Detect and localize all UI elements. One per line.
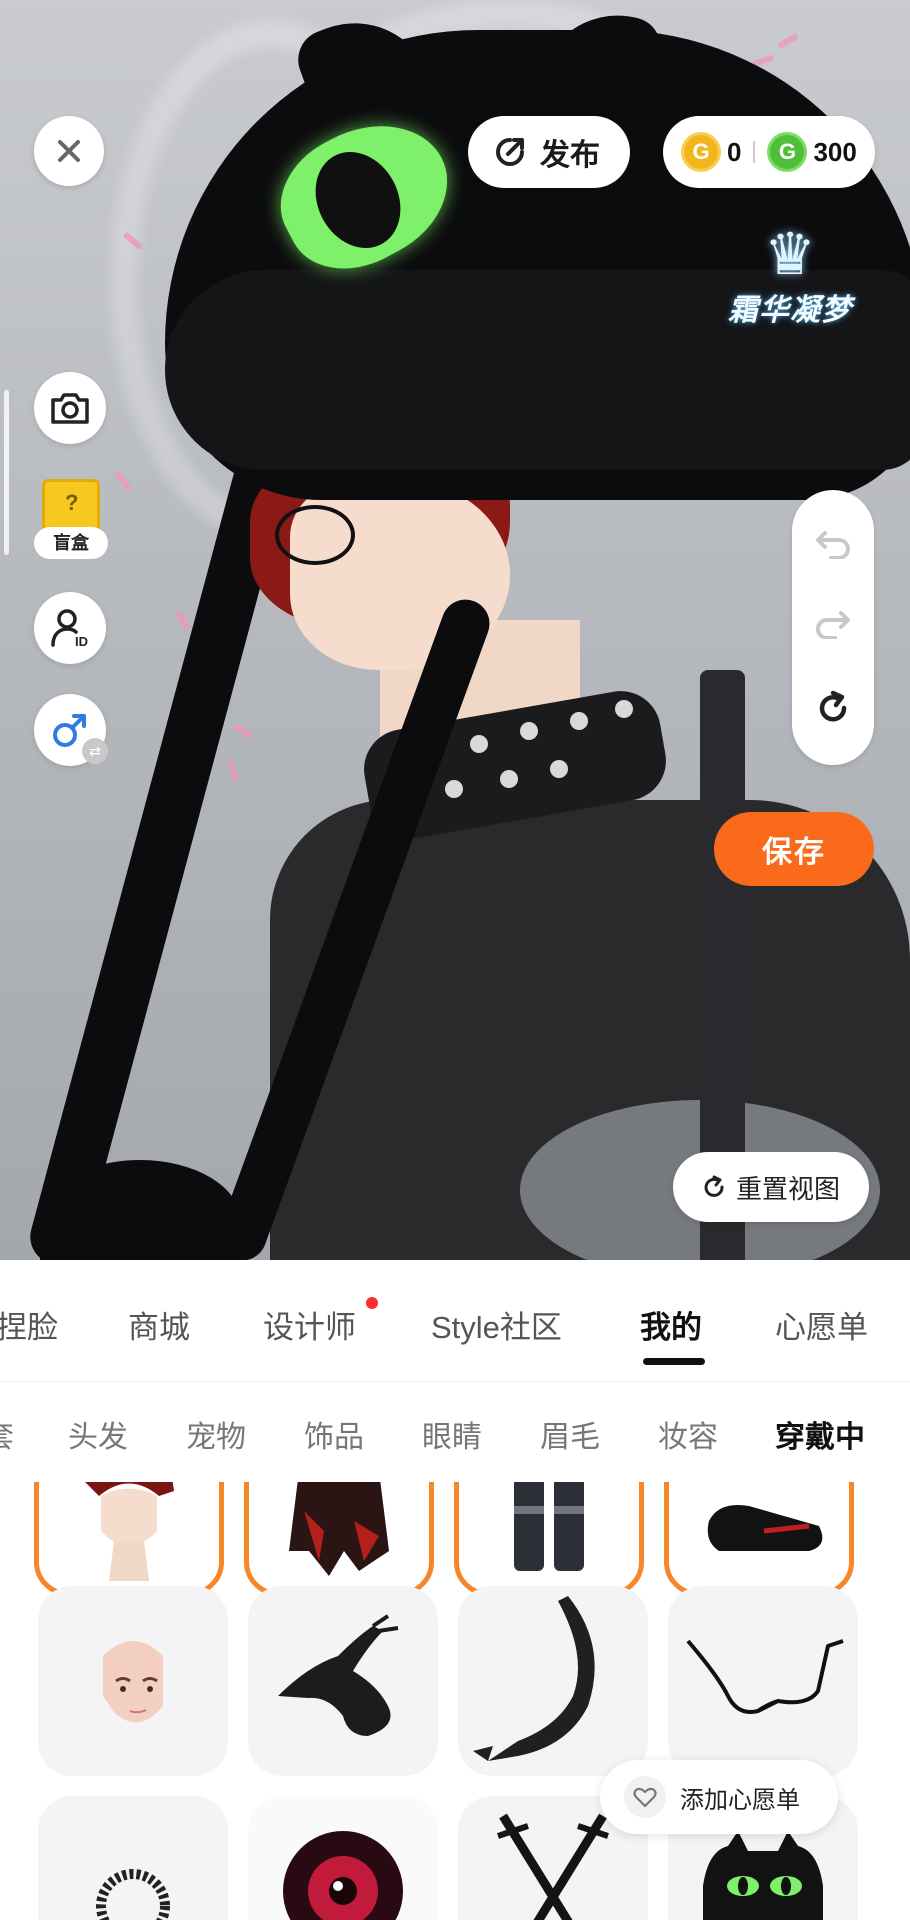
swap-icon: ⇄ (82, 738, 108, 764)
reset-view-button[interactable]: 重置视图 (673, 1152, 869, 1222)
blind-box-label: 盲盒 (34, 527, 108, 559)
currency-divider (753, 141, 756, 163)
close-icon (58, 140, 80, 162)
avatar-id-button[interactable]: ID (34, 592, 106, 664)
redo-icon[interactable] (815, 609, 851, 640)
save-button[interactable]: 保存 (714, 812, 874, 886)
tab-face[interactable]: 捏脸 (0, 1302, 58, 1347)
camera-button[interactable] (34, 372, 106, 444)
designer-notification-dot (366, 1297, 378, 1309)
edit-history-panel (792, 490, 874, 765)
grid-item-black-pants[interactable] (454, 1482, 644, 1596)
subtab-wearing[interactable]: 穿戴中 (775, 1412, 865, 1456)
add-to-wishlist-label: 添加心愿单 (680, 1786, 800, 1814)
subtab-eyebrows[interactable]: 眉毛 (540, 1412, 600, 1456)
tab-wishlist[interactable]: 心愿单 (775, 1302, 868, 1347)
camera-icon (51, 393, 89, 424)
grid-item-round-glasses[interactable] (668, 1586, 858, 1776)
gender-switch-button[interactable]: ⇄ (34, 694, 108, 766)
avatar-id-icon: ID (51, 609, 88, 649)
tab-style-community[interactable]: Style社区 (431, 1302, 562, 1347)
subtab-outfit[interactable]: 套 (0, 1412, 14, 1456)
grid-item-spiked-tail[interactable] (458, 1586, 648, 1776)
active-tab-indicator (643, 1358, 705, 1365)
svg-text:ID: ID (75, 634, 88, 649)
currency-balance[interactable]: G 0 G 300 (663, 116, 875, 188)
watermark-logo: ♛ 霜华凝梦 (720, 225, 860, 329)
heart-icon (624, 1776, 666, 1818)
grid-item-black-shoes[interactable] (664, 1482, 854, 1596)
close-button[interactable] (34, 116, 104, 186)
undo-icon[interactable] (815, 529, 851, 560)
grid-item-black-dragon-pet[interactable] (248, 1586, 438, 1776)
subtab-pet[interactable]: 宠物 (186, 1412, 246, 1456)
gold-coin-icon: G (681, 132, 721, 172)
reset-view-label: 重置视图 (735, 1173, 840, 1204)
green-coin-icon: G (767, 132, 808, 172)
refresh-icon[interactable] (815, 690, 851, 726)
subtab-accessories[interactable]: 饰品 (304, 1412, 364, 1456)
tab-shop[interactable]: 商城 (128, 1302, 190, 1347)
avatar-3d-viewport[interactable] (0, 0, 910, 1260)
subtab-makeup[interactable]: 妆容 (658, 1412, 718, 1456)
tab-mine[interactable]: 我的 (640, 1302, 702, 1347)
scroll-indicator (4, 390, 9, 555)
character-glasses (275, 505, 355, 565)
publish-label: 发布 (540, 139, 600, 172)
crown-icon: ♛ (764, 222, 816, 287)
grid-item-spiked-collar[interactable] (38, 1796, 228, 1920)
reset-view-icon (704, 1175, 724, 1197)
item-grid (0, 1482, 910, 1920)
grid-item-red-hair-head[interactable] (34, 1482, 224, 1596)
grid-item-red-black-top[interactable] (244, 1482, 434, 1596)
grid-item-bald-head-base[interactable] (38, 1586, 228, 1776)
publish-button[interactable]: 发布 (468, 116, 630, 188)
category-tab-bar: 套 头发 宠物 饰品 眼睛 眉毛 妆容 穿戴中 (0, 1382, 910, 1482)
green-coin-count: 300 (813, 136, 857, 167)
gold-coin-count: 0 (727, 136, 742, 167)
grid-item-red-eye-effect[interactable] (248, 1796, 438, 1920)
blind-box-button[interactable]: 盲盒 (34, 475, 108, 565)
tab-designer[interactable]: 设计师 (263, 1302, 356, 1347)
main-tab-bar: 捏脸 商城 设计师 Style社区 我的 心愿单 (0, 1260, 910, 1382)
add-to-wishlist-button[interactable]: 添加心愿单 (600, 1760, 838, 1834)
subtab-hair[interactable]: 头发 (68, 1412, 128, 1456)
subtab-eyes[interactable]: 眼睛 (422, 1412, 482, 1456)
publish-icon (496, 138, 524, 166)
